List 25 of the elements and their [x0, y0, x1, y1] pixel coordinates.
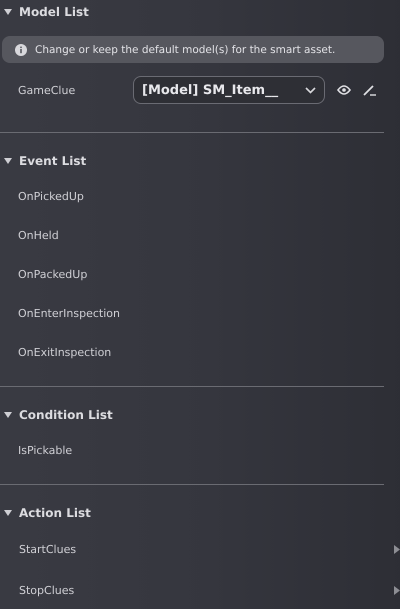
info-text: Change or keep the default model(s) for the smart asset. — [35, 44, 336, 56]
section-title: Event List — [19, 154, 86, 168]
list-item[interactable]: OnHeld — [18, 229, 59, 242]
list-item[interactable]: OnPackedUp — [18, 268, 88, 281]
eye-icon[interactable] — [337, 85, 351, 95]
list-item[interactable]: OnExitInspection — [18, 346, 112, 359]
chevron-icon[interactable] — [305, 86, 316, 94]
list-item[interactable]: OnEnterInspection — [18, 307, 120, 320]
caret-icon[interactable] — [4, 9, 12, 15]
section-title: Action List — [19, 506, 91, 520]
play-icon[interactable] — [394, 586, 400, 595]
list-item[interactable]: StartClues — [19, 543, 76, 556]
caret-icon[interactable] — [4, 158, 12, 164]
list-item[interactable]: OnPickedUp — [18, 190, 84, 203]
list-item[interactable]: StopClues — [19, 584, 74, 597]
section-title: Model List — [19, 5, 89, 19]
section-title: Condition List — [19, 408, 113, 422]
pencil-icon[interactable] — [363, 84, 376, 96]
list-item[interactable]: IsPickable — [18, 444, 72, 457]
play-icon[interactable] — [394, 545, 400, 554]
model-dropdown[interactable]: [Model] SM_Item__ — [133, 76, 325, 104]
model-label: GameClue — [18, 84, 76, 96]
caret-icon[interactable] — [4, 412, 12, 418]
caret-icon[interactable] — [4, 510, 12, 516]
info-icon — [15, 44, 27, 56]
